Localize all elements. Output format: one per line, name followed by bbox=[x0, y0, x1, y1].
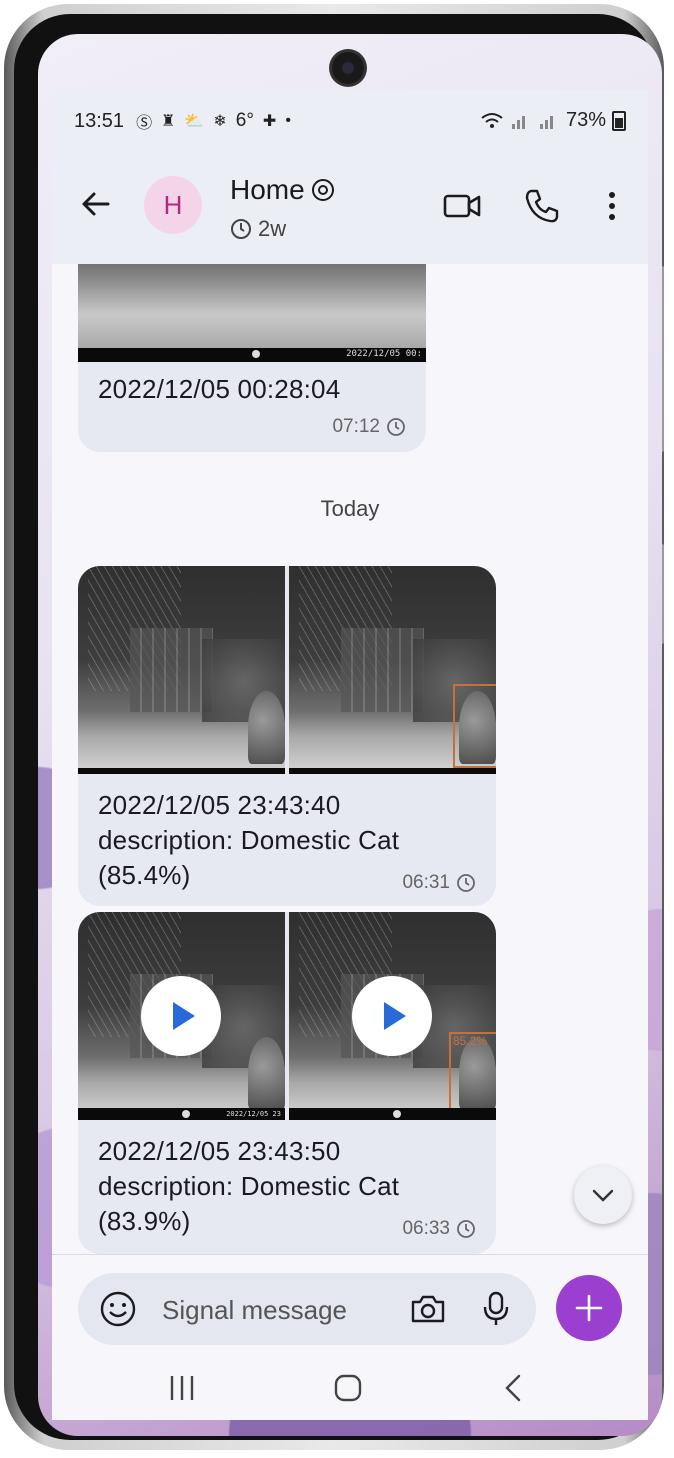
message-list[interactable]: 2022/12/05 00: 2022/12/05 00:28:04 07:12… bbox=[52, 264, 648, 1254]
detection-label: 85.2% bbox=[453, 1034, 488, 1048]
attachment-image-detection[interactable] bbox=[289, 566, 496, 774]
chat-title-text: Home bbox=[230, 174, 305, 205]
phone-bezel: 13:51 Ⓢ ♜ ⛅ ❄ 6° ✚ • 73% H Home 2w 2022/… bbox=[14, 14, 662, 1440]
attachment-image[interactable]: 2022/12/05 00: bbox=[78, 264, 426, 362]
conversation-header: H Home 2w bbox=[52, 152, 648, 264]
message-text: 2022/12/05 00:28:04 bbox=[98, 372, 340, 407]
microphone-icon[interactable] bbox=[476, 1289, 516, 1329]
attachment-video[interactable]: 2022/12/05 23 bbox=[78, 912, 285, 1120]
conversation-title[interactable]: Home bbox=[230, 174, 335, 206]
avatar-letter: H bbox=[163, 189, 183, 220]
message-bubble[interactable]: 2022/12/05 00: 2022/12/05 00:28:04 07:12 bbox=[78, 264, 426, 452]
phone-call-icon[interactable] bbox=[522, 186, 562, 226]
play-icon bbox=[173, 1002, 195, 1030]
signal-icon bbox=[511, 115, 525, 129]
message-line: description: Domestic Cat bbox=[98, 1171, 400, 1201]
status-bar: 13:51 Ⓢ ♜ ⛅ ❄ 6° ✚ • 73% bbox=[52, 90, 648, 152]
message-text: 2022/12/05 23:43:40 description: Domesti… bbox=[98, 788, 399, 893]
phone-frame: 13:51 Ⓢ ♜ ⛅ ❄ 6° ✚ • 73% H Home 2w 2022/… bbox=[4, 4, 664, 1450]
status-right: 73% bbox=[480, 109, 626, 132]
attachment-video-detection[interactable]: 85.2% bbox=[289, 912, 496, 1120]
battery-percent: 73% bbox=[565, 109, 606, 131]
message-time: 06:31 bbox=[402, 872, 450, 893]
message-bubble[interactable]: 2022/12/05 23:43:40 description: Domesti… bbox=[78, 566, 496, 906]
system-navigation-bar bbox=[52, 1354, 648, 1420]
play-button[interactable] bbox=[141, 976, 221, 1056]
plus-icon bbox=[575, 1294, 603, 1322]
compose-field-container bbox=[78, 1273, 536, 1345]
more-options-icon[interactable] bbox=[592, 186, 632, 226]
timer-icon bbox=[457, 874, 475, 892]
message-line: 2022/12/05 23:43:40 bbox=[98, 790, 341, 820]
screen: 13:51 Ⓢ ♜ ⛅ ❄ 6° ✚ • 73% H Home 2w 2022/… bbox=[38, 34, 662, 1436]
emoji-icon[interactable] bbox=[98, 1289, 138, 1329]
notification-icon: ♜ bbox=[161, 113, 176, 130]
disappearing-messages-timer: 2w bbox=[230, 216, 286, 242]
attachment-image[interactable] bbox=[78, 566, 285, 774]
message-line: 2022/12/05 23:43:50 bbox=[98, 1136, 341, 1166]
message-composer bbox=[52, 1254, 648, 1355]
timer-icon bbox=[457, 1220, 475, 1238]
front-camera bbox=[332, 52, 364, 84]
message-meta: 07:12 bbox=[332, 416, 406, 438]
avatar[interactable]: H bbox=[144, 176, 202, 234]
play-icon bbox=[384, 1002, 406, 1030]
message-time: 06:33 bbox=[402, 1218, 450, 1239]
message-line: description: Domestic Cat bbox=[98, 825, 400, 855]
chevron-down-icon bbox=[592, 1189, 614, 1202]
message-line: 2022/12/05 00:28:04 bbox=[98, 374, 341, 404]
puzzle-icon: ✚ bbox=[262, 113, 277, 130]
signal-conversation: 13:51 Ⓢ ♜ ⛅ ❄ 6° ✚ • 73% H Home 2w 2022/… bbox=[52, 90, 648, 1420]
contact-info-icon bbox=[311, 179, 334, 201]
battery-icon bbox=[612, 110, 626, 131]
message-line: (83.9%) bbox=[98, 1206, 191, 1236]
message-bubble[interactable]: 2022/12/05 23 85.2% 2022/12/05 23:43:50 … bbox=[78, 912, 496, 1254]
detection-box bbox=[453, 684, 496, 768]
signal-icon-2 bbox=[539, 115, 553, 129]
back-nav-icon[interactable] bbox=[492, 1368, 536, 1408]
home-icon[interactable] bbox=[326, 1368, 370, 1408]
message-input[interactable] bbox=[160, 1287, 394, 1333]
date-divider: Today bbox=[320, 496, 380, 521]
timer-text: 2w bbox=[258, 216, 287, 241]
recent-apps-icon[interactable] bbox=[160, 1368, 204, 1408]
video-call-icon[interactable] bbox=[442, 186, 482, 226]
image-timestamp-overlay: 2022/12/05 00: bbox=[346, 349, 422, 359]
message-text: 2022/12/05 23:43:50 description: Domesti… bbox=[98, 1134, 399, 1239]
temperature-text: 6° bbox=[235, 110, 254, 131]
timer-icon bbox=[387, 418, 405, 436]
back-arrow-icon[interactable] bbox=[74, 182, 118, 226]
camera-icon[interactable] bbox=[408, 1289, 448, 1329]
message-line: (85.4%) bbox=[98, 860, 191, 890]
timer-icon bbox=[231, 219, 251, 239]
app-notification-icon: Ⓢ bbox=[136, 115, 153, 132]
status-time: 13:51 bbox=[74, 109, 125, 132]
add-attachment-button[interactable] bbox=[556, 1275, 622, 1341]
detection-box: 85.2% bbox=[449, 1032, 496, 1120]
image-timestamp-overlay: 2022/12/05 23 bbox=[226, 1110, 281, 1118]
weather-icon: ⛅ bbox=[184, 113, 205, 130]
scroll-to-bottom-button[interactable] bbox=[574, 1166, 632, 1224]
status-icons: Ⓢ ♜ ⛅ ❄ 6° ✚ • bbox=[136, 109, 291, 133]
snow-icon: ❄ bbox=[213, 113, 227, 130]
play-button[interactable] bbox=[352, 976, 432, 1056]
more-notifications-dot: • bbox=[285, 112, 291, 129]
message-meta: 06:31 bbox=[402, 872, 476, 894]
message-meta: 06:33 bbox=[402, 1218, 476, 1240]
message-time: 07:12 bbox=[332, 416, 380, 437]
wifi-icon bbox=[481, 112, 503, 128]
